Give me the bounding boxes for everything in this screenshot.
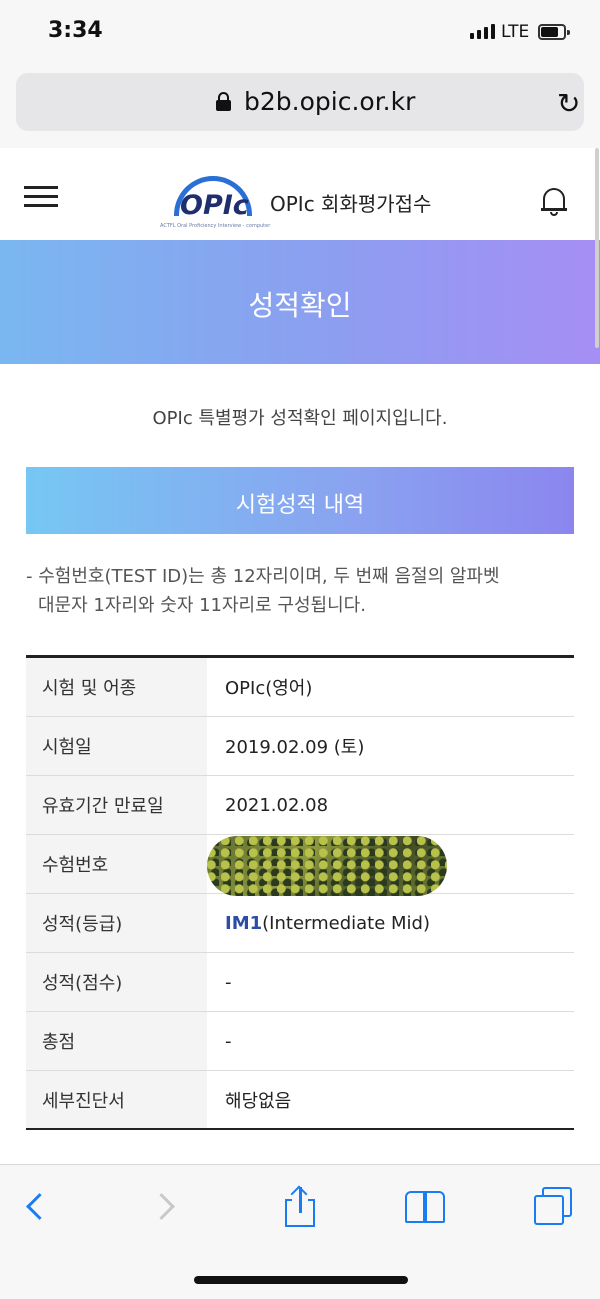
- address-bar[interactable]: b2b.opic.or.kr ↻: [16, 73, 584, 131]
- row-value: 2021.02.08: [225, 794, 329, 816]
- share-icon[interactable]: [283, 1185, 317, 1227]
- page-banner: 성적확인: [0, 240, 600, 364]
- row-value: -: [225, 1030, 232, 1052]
- url-text: b2b.opic.or.kr: [244, 87, 416, 116]
- table-row: 총점 -: [26, 1012, 574, 1071]
- row-label: 수험번호: [26, 835, 207, 893]
- table-row: 성적(등급) IM1 (Intermediate Mid): [26, 894, 574, 953]
- row-label: 총점: [26, 1012, 207, 1070]
- row-value: 2019.02.09 (토): [225, 737, 365, 758]
- cellular-signal-icon: [470, 24, 495, 39]
- row-value: 해당없음: [225, 1090, 292, 1112]
- row-value: -: [225, 971, 232, 993]
- scroll-indicator: [595, 148, 599, 348]
- site-header: OPIc ACTFL Oral Proficiency Interview - …: [0, 148, 600, 240]
- intro-text: OPIc 특별평가 성적확인 페이지입니다.: [152, 408, 448, 429]
- opic-logo[interactable]: OPIc ACTFL Oral Proficiency Interview - …: [160, 172, 280, 232]
- back-icon[interactable]: [22, 1187, 48, 1227]
- note-line-2: 대문자 1자리와 숫자 11자리로 구성됩니다.: [38, 595, 366, 616]
- note-line-1: - 수험번호(TEST ID)는 총 12자리이며, 두 번째 음절의 알파벳: [26, 566, 500, 587]
- table-row: 성적(점수) -: [26, 953, 574, 1012]
- row-label: 세부진단서: [26, 1071, 207, 1128]
- row-label: 유효기간 만료일: [26, 776, 207, 834]
- status-bar: 3:34 LTE: [0, 0, 600, 66]
- status-time: 3:34: [48, 18, 103, 43]
- row-label: 성적(등급): [26, 894, 207, 952]
- home-indicator[interactable]: [194, 1276, 408, 1284]
- table-row: 시험 및 어종 OPIc(영어): [26, 658, 574, 717]
- redacted-test-id: [207, 836, 447, 896]
- logo-tagline: ACTFL Oral Proficiency Interview - compu…: [160, 223, 271, 229]
- page-title: 성적확인: [248, 289, 352, 322]
- table-row: 시험일 2019.02.09 (토): [26, 717, 574, 776]
- bookmarks-icon[interactable]: [405, 1187, 447, 1227]
- section-title: 시험성적 내역: [235, 493, 365, 518]
- row-label: 시험일: [26, 717, 207, 775]
- test-id-note: - 수험번호(TEST ID)는 총 12자리이며, 두 번째 음절의 알파벳 …: [26, 562, 586, 620]
- site-title[interactable]: OPIc 회화평가접수: [270, 188, 431, 217]
- row-label: 시험 및 어종: [26, 658, 207, 716]
- tabs-icon[interactable]: [532, 1187, 574, 1227]
- section-header: 시험성적 내역: [26, 467, 574, 534]
- row-value: IM1 (Intermediate Mid): [207, 894, 574, 952]
- grade-level: IM1: [225, 912, 263, 934]
- grade-detail: (Intermediate Mid): [262, 912, 430, 934]
- row-value: OPIc(영어): [225, 678, 313, 699]
- table-row: 유효기간 만료일 2021.02.08: [26, 776, 574, 835]
- forward-icon[interactable]: [152, 1187, 178, 1227]
- network-type: LTE: [501, 22, 530, 42]
- row-label: 성적(점수): [26, 953, 207, 1011]
- logo-wordmark: OPIc: [180, 190, 249, 221]
- table-row: 세부진단서 해당없음: [26, 1071, 574, 1128]
- results-table: 시험 및 어종 OPIc(영어) 시험일 2019.02.09 (토) 유효기간…: [26, 655, 574, 1130]
- lock-icon: [216, 92, 231, 111]
- bell-icon[interactable]: [541, 186, 567, 216]
- table-row: 수험번호: [26, 835, 574, 896]
- menu-icon[interactable]: [24, 186, 58, 208]
- web-page: OPIc ACTFL Oral Proficiency Interview - …: [0, 148, 600, 1164]
- reload-icon[interactable]: ↻: [557, 87, 580, 120]
- row-value: [207, 835, 574, 896]
- battery-icon: [538, 24, 570, 40]
